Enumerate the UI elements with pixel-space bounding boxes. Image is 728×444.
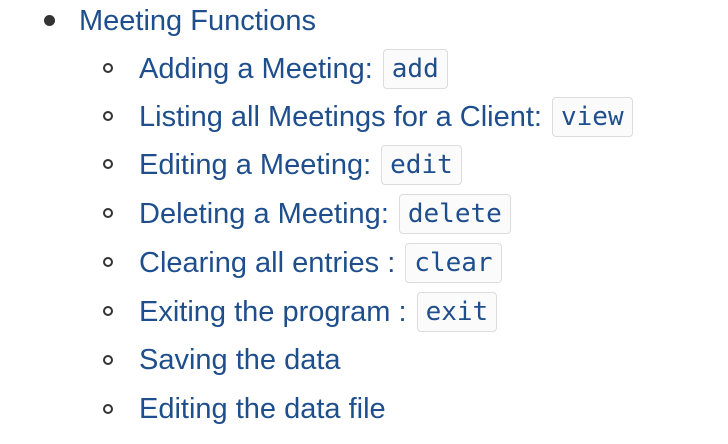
- command-code: exit: [416, 292, 498, 332]
- command-code: clear: [405, 243, 502, 283]
- meeting-functions-sublist: Adding a Meeting: add Listing all Meetin…: [0, 46, 728, 444]
- editing-data-file-link[interactable]: Editing the data file: [139, 390, 386, 428]
- link-label: Exiting the program :: [139, 296, 407, 328]
- toc-subitem-editing-data-file: Editing the data file: [0, 387, 728, 433]
- circle-bullet-icon: [103, 208, 113, 218]
- command-code: delete: [398, 194, 511, 234]
- toc-subitem-adding-meeting: Adding a Meeting: add: [0, 46, 728, 92]
- toc-subitem-listing-meetings: Listing all Meetings for a Client: view: [0, 94, 728, 140]
- editing-meeting-link[interactable]: Editing a Meeting: edit: [139, 145, 462, 185]
- table-of-contents: Meeting Functions Adding a Meeting: add …: [0, 0, 728, 444]
- link-label: Adding a Meeting:: [139, 53, 373, 85]
- link-label: Clearing all entries :: [139, 247, 396, 279]
- listing-meetings-link[interactable]: Listing all Meetings for a Client: view: [139, 97, 633, 137]
- circle-bullet-icon: [103, 306, 113, 316]
- circle-bullet-icon: [103, 159, 113, 169]
- command-code: view: [551, 97, 633, 137]
- toc-subitem-saving-data: Saving the data: [0, 338, 728, 384]
- disc-bullet-icon: [44, 15, 55, 26]
- toc-subitem-deleting-meeting: Deleting a Meeting: delete: [0, 191, 728, 237]
- toc-subitem-exiting-program: Exiting the program : exit: [0, 289, 728, 335]
- clearing-entries-link[interactable]: Clearing all entries : clear: [139, 243, 502, 283]
- circle-bullet-icon: [103, 355, 113, 365]
- toc-subitem-clearing-entries: Clearing all entries : clear: [0, 240, 728, 286]
- link-label: Deleting a Meeting:: [139, 198, 389, 230]
- toc-item-meeting-functions: Meeting Functions: [0, 0, 728, 44]
- saving-data-link[interactable]: Saving the data: [139, 341, 341, 379]
- link-label: Saving the data: [139, 344, 341, 376]
- command-code: edit: [381, 145, 462, 185]
- exiting-program-link[interactable]: Exiting the program : exit: [139, 292, 498, 332]
- circle-bullet-icon: [103, 404, 113, 414]
- toc-subitem-editing-meeting: Editing a Meeting: edit: [0, 142, 728, 188]
- deleting-meeting-link[interactable]: Deleting a Meeting: delete: [139, 194, 511, 234]
- adding-meeting-link[interactable]: Adding a Meeting: add: [139, 49, 448, 89]
- link-label: Editing the data file: [139, 393, 386, 425]
- command-code: add: [382, 49, 448, 89]
- meeting-functions-link[interactable]: Meeting Functions: [79, 2, 316, 40]
- circle-bullet-icon: [103, 111, 113, 121]
- circle-bullet-icon: [103, 63, 113, 73]
- circle-bullet-icon: [103, 257, 113, 267]
- link-label: Editing a Meeting:: [139, 149, 372, 181]
- link-label: Listing all Meetings for a Client:: [139, 101, 542, 133]
